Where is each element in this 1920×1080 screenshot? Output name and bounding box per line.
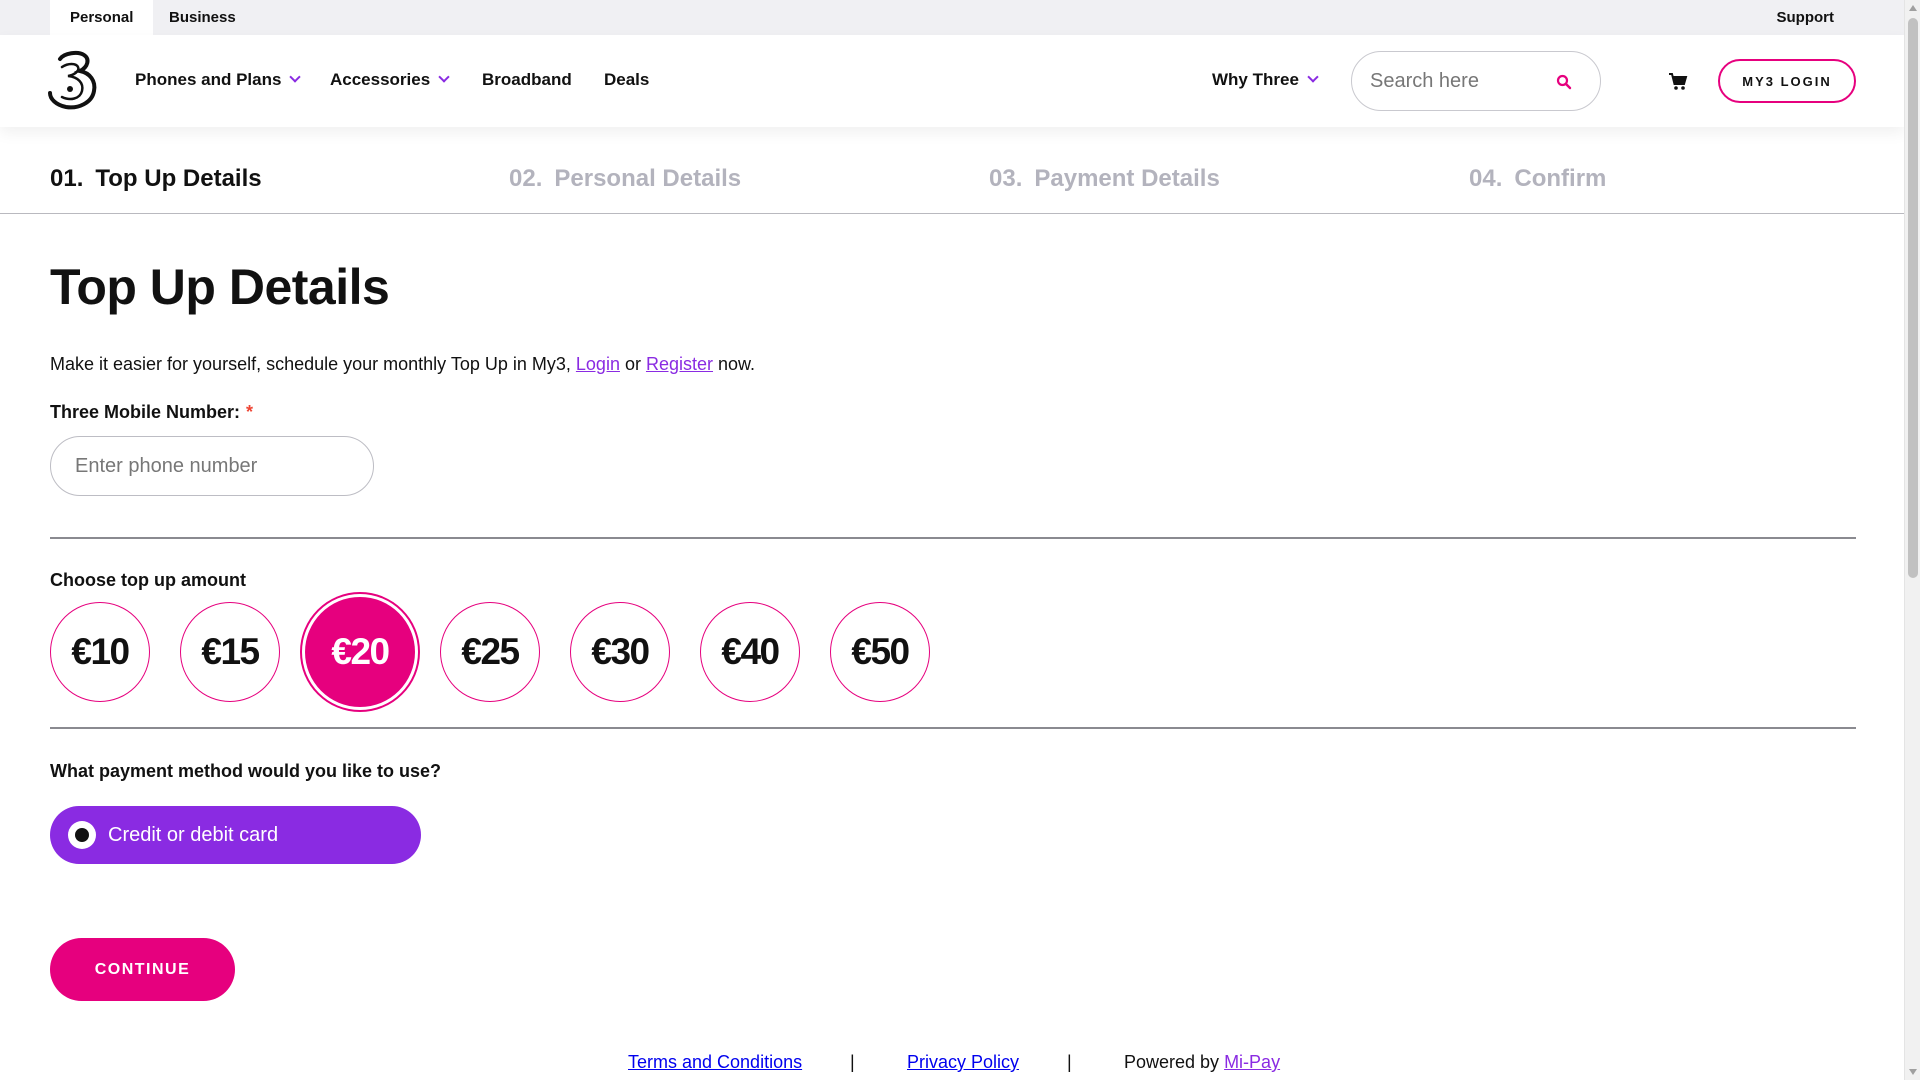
amount-option-20-selected[interactable]: €20 — [305, 597, 415, 707]
nav-deals[interactable]: Deals — [604, 70, 649, 90]
mipay-link[interactable]: Mi-Pay — [1224, 1052, 1280, 1072]
register-link[interactable]: Register — [646, 354, 713, 374]
my3-login-button[interactable]: MY3 LOGIN — [1718, 59, 1856, 103]
divider — [50, 727, 1856, 729]
nav-why-three[interactable]: Why Three — [1212, 70, 1319, 90]
amount-option-10[interactable]: €10 — [50, 602, 150, 702]
page: Personal Business Support Phones and Pla… — [0, 0, 1904, 1080]
privacy-link[interactable]: Privacy Policy — [907, 1052, 1019, 1073]
step-number: 02. — [509, 165, 543, 192]
radio-selected-icon[interactable] — [68, 821, 96, 849]
utility-bar: Personal Business Support — [0, 0, 1904, 35]
three-logo-icon[interactable] — [48, 49, 98, 111]
step-number: 03. — [989, 165, 1023, 192]
checkout-steps: 01. Top Up Details 02. Personal Details 03… — [0, 127, 1904, 214]
powered-by-text: Powered by — [1124, 1052, 1225, 1072]
amount-option-40[interactable]: €40 — [700, 602, 800, 702]
nav-broadband[interactable]: Broadband — [482, 70, 572, 90]
intro-text-start: Make it easier for yourself, schedule yo… — [50, 354, 576, 374]
payment-option-label: Credit or debit card — [108, 823, 279, 846]
chevron-down-icon — [1307, 71, 1319, 83]
scroll-up-icon[interactable] — [1909, 5, 1917, 11]
terms-link[interactable]: Terms and Conditions — [628, 1052, 802, 1073]
amount-option-25[interactable]: €25 — [440, 602, 540, 702]
continue-button[interactable]: CONTINUE — [50, 938, 235, 1001]
cart-icon[interactable] — [1668, 71, 1688, 91]
step-personal-details: 02. Personal Details — [509, 165, 741, 193]
powered-by: Powered by Mi-Pay — [1124, 1052, 1280, 1073]
chevron-down-icon — [289, 71, 302, 83]
divider — [50, 537, 1856, 539]
search-icon[interactable] — [1556, 74, 1572, 90]
step-number: 04. — [1469, 165, 1503, 192]
support-link[interactable]: Support — [1777, 0, 1835, 35]
step-payment-details: 03. Payment Details — [989, 165, 1220, 193]
step-label: Personal Details — [554, 165, 742, 192]
scrollbar[interactable] — [1904, 0, 1920, 1080]
step-label: Payment Details — [1034, 165, 1220, 192]
nav-phones-and-plans-label: Phones and Plans — [135, 70, 282, 89]
phone-number-input[interactable] — [50, 436, 374, 496]
intro-text-end: now. — [713, 354, 756, 374]
step-number: 01. — [50, 165, 84, 192]
nav-accessories-label: Accessories — [330, 70, 431, 89]
footer-separator: | — [1067, 1052, 1072, 1072]
login-link[interactable]: Login — [576, 354, 620, 374]
amount-option-50[interactable]: €50 — [830, 602, 930, 702]
nav-why-three-label: Why Three — [1212, 70, 1299, 89]
phone-label-text: Three Mobile Number: — [50, 402, 241, 422]
step-confirm: 04. Confirm — [1469, 165, 1606, 193]
step-top-up-details: 01. Top Up Details — [50, 165, 262, 193]
step-label: Confirm — [1514, 165, 1607, 192]
nav-accessories[interactable]: Accessories — [330, 70, 450, 90]
intro-text: Make it easier for yourself, schedule yo… — [50, 354, 755, 375]
page-title: Top Up Details — [50, 259, 390, 315]
chevron-down-icon — [438, 71, 450, 83]
phone-label: Three Mobile Number: * — [50, 402, 253, 423]
step-label: Top Up Details — [95, 165, 262, 192]
amount-option-30[interactable]: €30 — [570, 602, 670, 702]
payment-method-label: What payment method would you like to us… — [50, 761, 442, 781]
scroll-down-icon[interactable] — [1909, 1069, 1917, 1075]
tab-personal[interactable]: Personal — [50, 0, 154, 35]
required-asterisk: * — [246, 402, 254, 422]
amount-option-15[interactable]: €15 — [180, 602, 280, 702]
search-input[interactable] — [1370, 66, 1550, 96]
tab-business[interactable]: Business — [149, 0, 256, 35]
intro-text-or: or — [619, 354, 646, 374]
footer-separator: | — [850, 1052, 855, 1072]
scrollbar-thumb[interactable] — [1908, 18, 1918, 578]
search-box — [1351, 51, 1601, 111]
main-nav: Phones and Plans Accessories Broadband D… — [0, 35, 1904, 127]
nav-phones-and-plans[interactable]: Phones and Plans — [135, 70, 302, 90]
amount-label: Choose top up amount — [50, 570, 246, 590]
payment-option-card[interactable]: Credit or debit card — [50, 806, 421, 864]
